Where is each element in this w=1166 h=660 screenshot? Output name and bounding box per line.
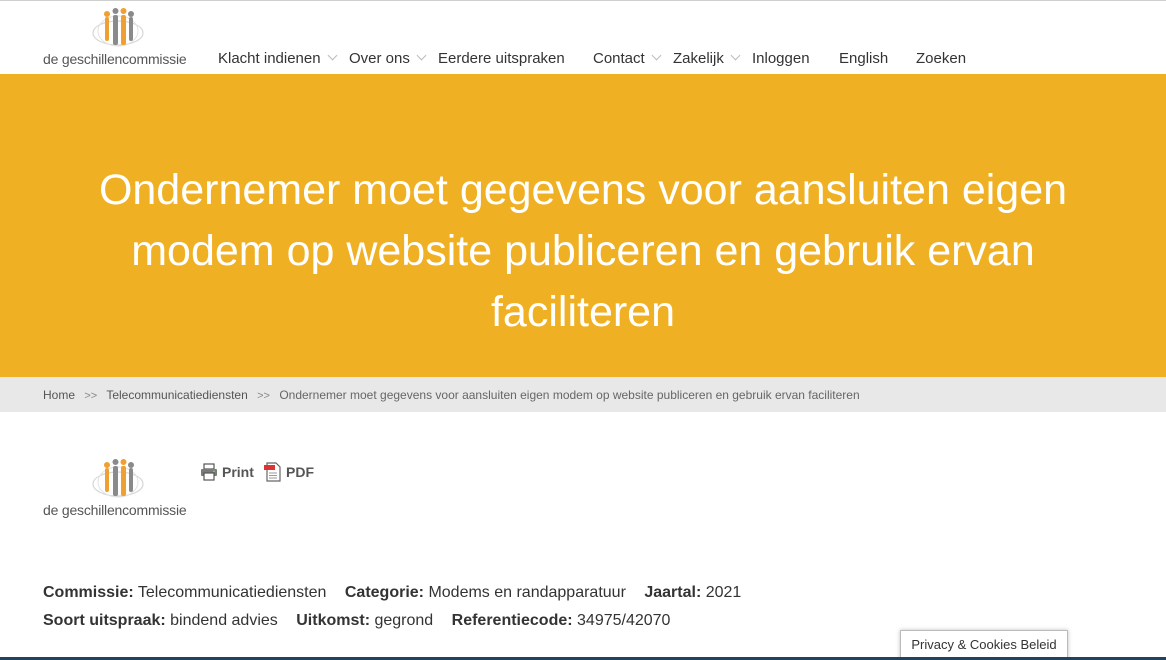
breadcrumb-separator: >> xyxy=(84,390,98,402)
meta-referentiecode: Referentiecode: 34975/42070 xyxy=(452,612,671,629)
nav-over-ons[interactable]: Over ons xyxy=(349,50,427,67)
meta-uitkomst: Uitkomst: gegrond xyxy=(296,612,433,629)
breadcrumb-current: Ondernemer moet gegevens voor aansluiten… xyxy=(279,388,860,402)
print-label: Print xyxy=(222,464,254,480)
logo-figures-icon xyxy=(92,8,144,47)
meta-key: Categorie: xyxy=(344,584,424,601)
meta-value: Telecommunicatiediensten xyxy=(137,584,327,601)
nav-label: Eerdere uitspraken xyxy=(438,50,565,67)
nav-klacht-indienen[interactable]: Klacht indienen xyxy=(218,50,338,67)
nav-eerdere-uitspraken[interactable]: Eerdere uitspraken xyxy=(438,50,565,67)
meta-key: Soort uitspraak: xyxy=(43,612,166,629)
meta-key: Referentiecode: xyxy=(451,612,573,629)
breadcrumb-home[interactable]: Home xyxy=(43,388,75,402)
print-button[interactable]: Print xyxy=(199,462,254,482)
nav-label: Over ons xyxy=(349,50,410,67)
nav-label: Zakelijk xyxy=(673,50,724,67)
nav-label: Contact xyxy=(593,50,645,67)
nav-zakelijk[interactable]: Zakelijk xyxy=(673,50,741,67)
page-title: Ondernemer moet gegevens voor aansluiten… xyxy=(98,166,1068,336)
privacy-cookies-button[interactable]: Privacy & Cookies Beleid xyxy=(900,630,1068,660)
printer-icon xyxy=(201,463,217,481)
meta-value: bindend advies xyxy=(170,612,278,629)
document-logo: de geschillencommissie xyxy=(43,458,195,520)
breadcrumb-category[interactable]: Telecommunicatiediensten xyxy=(106,388,247,402)
logo-text: de geschillencommissie xyxy=(43,51,187,67)
meta-key: Uitkomst: xyxy=(296,612,371,629)
meta-jaartal: Jaartal: 2021 xyxy=(644,584,741,601)
chevron-down-icon xyxy=(651,50,662,61)
chevron-down-icon xyxy=(327,50,338,61)
meta-row-2: Soort uitspraak: bindend advies Uitkomst… xyxy=(43,612,684,630)
chevron-down-icon xyxy=(416,50,427,61)
meta-value: 2021 xyxy=(705,584,742,601)
meta-value: gegrond xyxy=(374,612,434,629)
nav-zoeken[interactable]: Zoeken xyxy=(916,50,966,67)
nav-inloggen[interactable]: Inloggen xyxy=(752,50,810,67)
meta-key: Commissie: xyxy=(43,584,134,601)
pdf-label: PDF xyxy=(286,464,314,480)
site-logo[interactable]: de geschillencommissie xyxy=(43,7,193,69)
meta-categorie: Categorie: Modems en randapparatuur xyxy=(345,584,626,601)
hero-banner: Ondernemer moet gegevens voor aansluiten… xyxy=(0,74,1166,377)
nav-label: Inloggen xyxy=(752,50,810,67)
meta-commissie: Commissie: Telecommunicatiediensten xyxy=(43,584,326,601)
nav-label: English xyxy=(839,50,889,67)
nav-label: Klacht indienen xyxy=(218,50,321,67)
logo-text: de geschillencommissie xyxy=(43,502,187,518)
logo-figures-icon xyxy=(92,459,144,498)
site-header: de geschillencommissie Klacht indienen O… xyxy=(0,1,1166,74)
breadcrumb: Home >> Telecommunicatiediensten >> Onde… xyxy=(0,377,1166,412)
chevron-down-icon xyxy=(730,50,741,61)
nav-contact[interactable]: Contact xyxy=(593,50,662,67)
meta-soort-uitspraak: Soort uitspraak: bindend advies xyxy=(43,612,278,629)
pdf-button[interactable]: PDF xyxy=(263,462,314,482)
meta-row-1: Commissie: Telecommunicatiediensten Cate… xyxy=(43,584,755,602)
meta-value: Modems en randapparatuur xyxy=(428,584,626,601)
meta-key: Jaartal: xyxy=(644,584,702,601)
breadcrumb-separator: >> xyxy=(257,390,270,402)
pdf-icon xyxy=(264,462,281,482)
nav-english[interactable]: English xyxy=(839,50,888,67)
nav-label: Zoeken xyxy=(916,50,967,67)
meta-value: 34975/42070 xyxy=(577,612,671,629)
